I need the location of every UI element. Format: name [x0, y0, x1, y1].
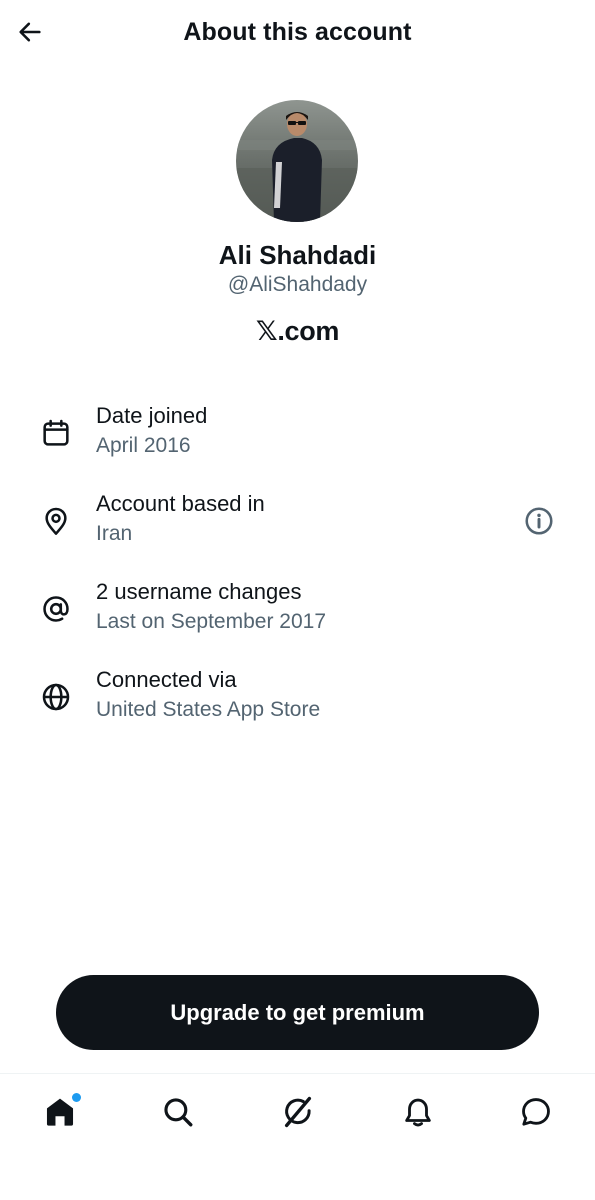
nav-search[interactable] [156, 1090, 200, 1134]
x-logo: 𝕏 [255, 316, 278, 347]
info-connected-via: Connected via United States App Store [0, 667, 595, 743]
info-title: Account based in [96, 491, 265, 516]
info-value: Iran [96, 522, 133, 545]
calendar-icon [38, 415, 74, 451]
bell-icon [405, 1098, 431, 1127]
brand-suffix: .com [277, 316, 340, 346]
about-account-page: About this account Ali Shahdadi @AliShah… [0, 0, 595, 1200]
profile-handle: @AliShahdady [227, 273, 368, 296]
info-value: April 2016 [96, 434, 191, 457]
globe-icon [38, 679, 74, 715]
notification-dot [72, 1093, 81, 1102]
info-account-location: Account based in Iran [0, 491, 595, 567]
nav-home[interactable] [38, 1090, 82, 1134]
info-username-changes: 2 username changes Last on September 201… [0, 579, 595, 655]
info-value: Last on September 2017 [96, 610, 326, 633]
info-value: United States App Store [96, 698, 321, 721]
header: About this account [0, 0, 595, 68]
info-title: Date joined [96, 403, 208, 428]
info-title: Connected via [96, 667, 237, 692]
nav-messages[interactable] [514, 1090, 558, 1134]
upgrade-premium-label: Upgrade to get premium [170, 999, 425, 1025]
grok-icon [284, 1096, 312, 1128]
message-icon [522, 1098, 550, 1126]
info-title: 2 username changes [96, 579, 302, 604]
x-com-brand: 𝕏.com [0, 316, 595, 347]
page-title: About this account [183, 18, 412, 46]
nav-grok[interactable] [276, 1090, 320, 1134]
upgrade-premium-button[interactable]: Upgrade to get premium [56, 975, 539, 1050]
info-date-joined: Date joined April 2016 [0, 403, 595, 479]
info-icon [525, 507, 553, 535]
nav-notifications[interactable] [396, 1090, 440, 1134]
location-pin-icon [38, 503, 74, 539]
at-sign-icon [38, 591, 74, 627]
info-button[interactable] [521, 503, 557, 539]
profile-name: Ali Shahdadi [218, 240, 377, 270]
search-icon [164, 1098, 193, 1127]
bottom-nav [0, 1073, 595, 1200]
avatar[interactable] [236, 100, 358, 222]
